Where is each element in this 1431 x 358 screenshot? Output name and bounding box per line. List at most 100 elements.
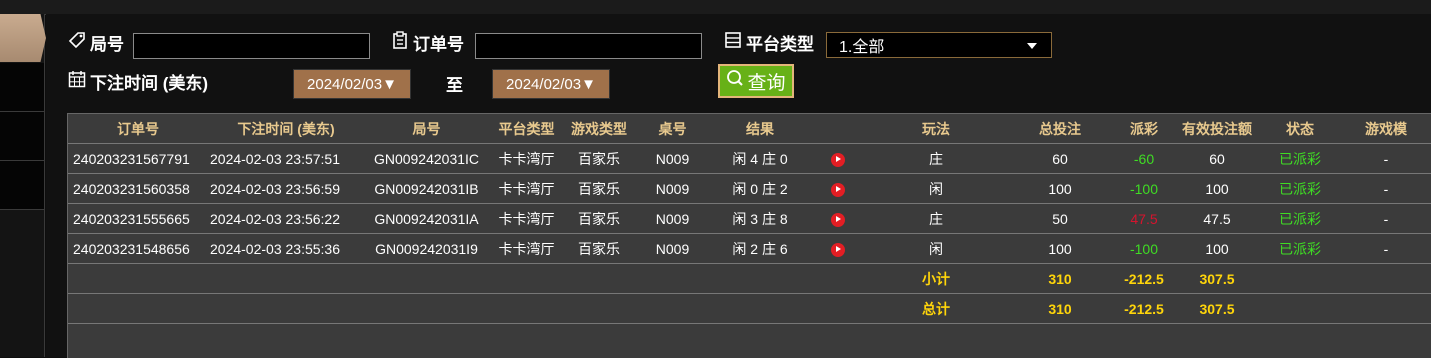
total-bet: 100 [1006,233,1114,264]
game-mode: - [1340,203,1431,234]
status-text: 已派彩 [1260,143,1340,174]
game-type: 百家乐 [564,173,634,204]
date-to-value: 2024/02/03 [506,75,582,93]
game-result: 闲 3 庄 8 [711,203,809,234]
column-header: 有效投注额 [1174,114,1260,144]
platform-selected-value: 1.全部 [839,39,885,56]
column-header: 桌号 [634,114,711,144]
date-range-separator: 至 [446,76,463,95]
subtotal-payout: -212.5 [1114,263,1174,294]
play-type: 闲 [866,233,1006,264]
table-row: 240203231555665 2024-02-03 23:56:22 GN00… [68,203,1431,234]
order-number-input[interactable] [475,33,702,59]
triangle-down-icon: ▼ [581,75,596,93]
platform-type: 卡卡湾厅 [489,143,564,174]
game-result: 闲 0 庄 2 [711,173,809,204]
search-icon [726,69,744,93]
payout: -60 [1114,143,1174,174]
column-header: 局号 [364,114,489,144]
column-header [809,114,866,144]
date-to-picker[interactable]: 2024/02/03 ▼ [492,69,610,99]
date-from-value: 2024/02/03 [307,75,383,93]
play-video-icon[interactable] [830,212,845,227]
platform-filter-label: 平台类型 [723,30,814,55]
play-video-icon[interactable] [830,242,845,257]
sidebar-item[interactable] [0,63,44,112]
video-cell [809,233,866,264]
game-type: 百家乐 [564,233,634,264]
play-type: 闲 [866,173,1006,204]
total-row: 总计 310 -212.5 307.5 [68,293,1431,324]
order-number: 240203231567791 [68,143,208,174]
table-number: N009 [634,143,711,174]
game-type: 百家乐 [564,203,634,234]
valid-bet: 47.5 [1174,203,1260,234]
table-row: 240203231548656 2024-02-03 23:55:36 GN00… [68,233,1431,264]
table-number: N009 [634,233,711,264]
table-row: 240203231567791 2024-02-03 23:57:51 GN00… [68,143,1431,174]
platform-type: 卡卡湾厅 [489,233,564,264]
column-header: 订单号 [68,114,208,144]
payout: -100 [1114,233,1174,264]
round-filter-label: 局号 [67,30,124,55]
total-label: 总计 [866,293,1006,324]
table-row: 240203231560358 2024-02-03 23:56:59 GN00… [68,173,1431,204]
total-bet: 50 [1006,203,1114,234]
order-number: 240203231560358 [68,173,208,204]
bet-time: 2024-02-03 23:56:59 [208,173,364,204]
round-number: GN009242031I9 [364,233,489,264]
order-number: 240203231548656 [68,233,208,264]
table-header-row: 订单号 下注时间 (美东) 局号 平台类型 游戏类型 桌号 结果 玩法 总投注 … [68,114,1431,144]
platform-type: 卡卡湾厅 [489,173,564,204]
round-number: GN009242031IC [364,143,489,174]
status-text: 已派彩 [1260,203,1340,234]
sidebar-active-tab[interactable] [0,14,46,62]
video-cell [809,173,866,204]
table-number: N009 [634,173,711,204]
total-valid-bet: 307.5 [1174,293,1260,324]
column-header: 玩法 [866,114,1006,144]
bet-time-label-text: 下注时间 (美东) [90,74,209,93]
game-mode: - [1340,173,1431,204]
total-bet: 100 [1006,173,1114,204]
valid-bet: 100 [1174,173,1260,204]
date-from-picker[interactable]: 2024/02/03 ▼ [293,69,411,99]
total-bet: 310 [1006,293,1114,324]
round-number: GN009242031IA [364,203,489,234]
game-result: 闲 2 庄 6 [711,233,809,264]
subtotal-label: 小计 [866,263,1006,294]
bet-time-filter-label: 下注时间 (美东) [67,69,208,94]
play-video-icon[interactable] [830,182,845,197]
chevron-down-icon [1027,43,1037,49]
round-number: GN009242031IB [364,173,489,204]
play-type: 庄 [866,203,1006,234]
valid-bet: 60 [1174,143,1260,174]
order-label-text: 订单号 [413,35,464,54]
payout: -100 [1114,173,1174,204]
round-label-text: 局号 [90,35,124,54]
video-cell [809,143,866,174]
top-bar [0,0,1431,15]
query-button[interactable]: 查询 [718,64,794,98]
clipboard-icon [390,30,410,55]
table-number: N009 [634,203,711,234]
triangle-down-icon: ▼ [382,75,397,93]
video-cell [809,203,866,234]
order-number: 240203231555665 [68,203,208,234]
play-type: 庄 [866,143,1006,174]
column-header: 状态 [1260,114,1340,144]
column-header: 结果 [711,114,809,144]
game-mode: - [1340,143,1431,174]
play-video-icon[interactable] [830,152,845,167]
sidebar-item[interactable] [0,161,44,210]
platform-type-select[interactable]: 1.全部 [826,32,1052,58]
column-header: 游戏类型 [564,114,634,144]
platform-type: 卡卡湾厅 [489,203,564,234]
bet-time: 2024-02-03 23:55:36 [208,233,364,264]
round-number-input[interactable] [133,33,370,59]
game-mode: - [1340,233,1431,264]
bet-records-table: 订单号 下注时间 (美东) 局号 平台类型 游戏类型 桌号 结果 玩法 总投注 … [67,113,1431,358]
sidebar-item[interactable] [0,112,44,161]
subtotal-valid-bet: 307.5 [1174,263,1260,294]
column-header: 总投注 [1006,114,1114,144]
